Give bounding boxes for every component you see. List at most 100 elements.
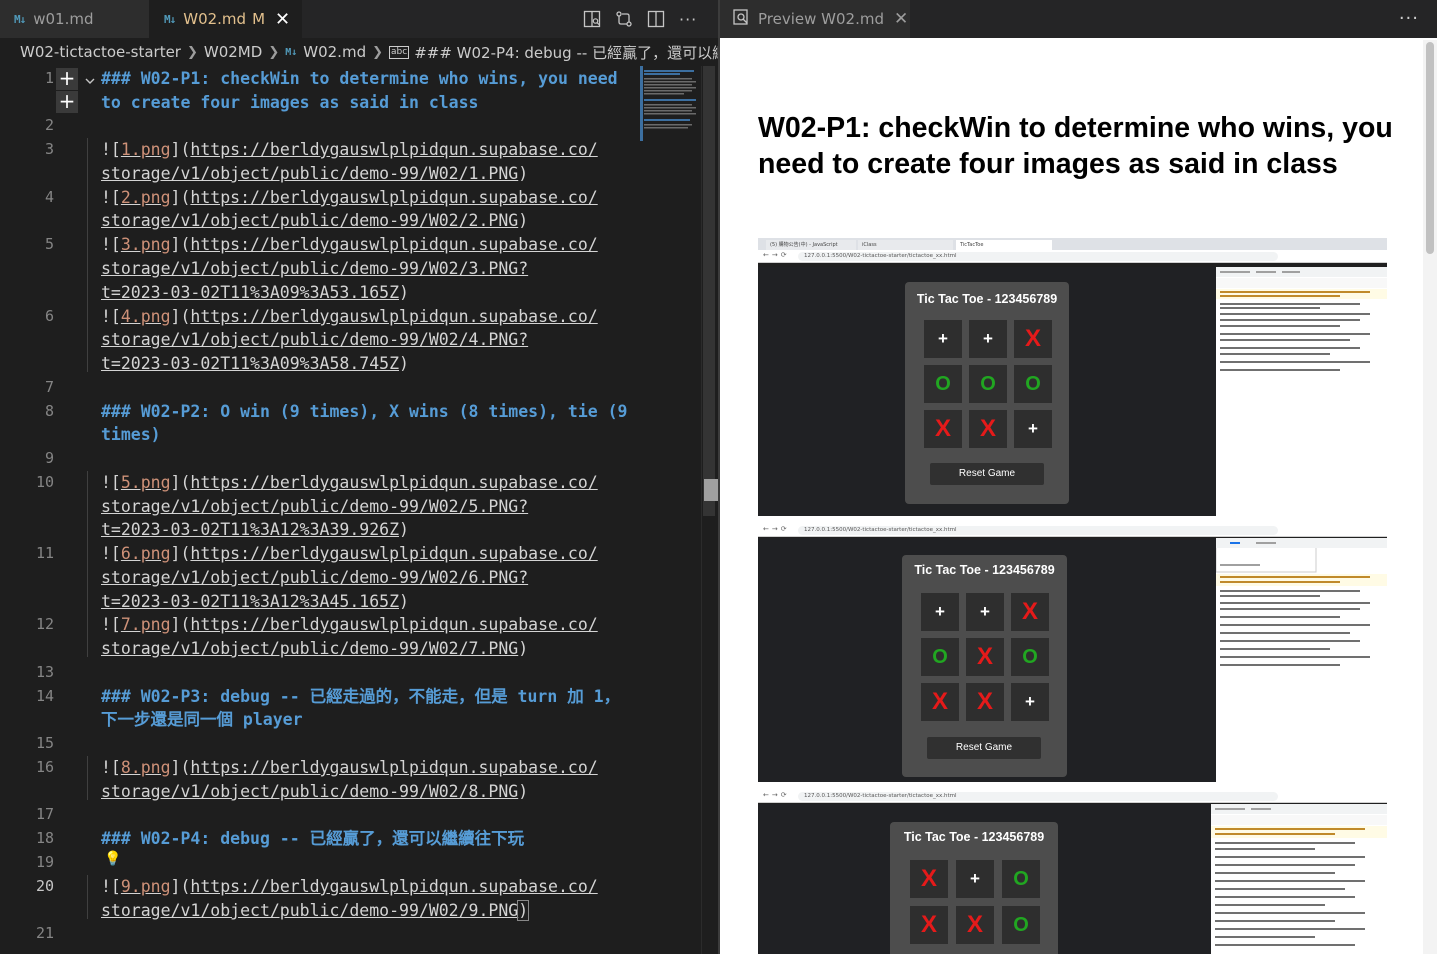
add-comment-icon[interactable]: + [56,68,78,90]
editor-pane: M↓ w01.md M↓ W02.md M ✕ ··· W02-tictacto… [0,0,718,954]
source-control-compare-icon[interactable] [615,10,633,28]
breadcrumb-subfolder[interactable]: W02MD [204,43,262,61]
image-url[interactable]: storage/v1/object/public/demo-99/W02/4.P… [101,330,528,349]
address-bar-row: ←→⟳ 127.0.0.1:5500/W02-tictactoe-starter… [758,524,1387,537]
board-cell[interactable]: O [1011,638,1049,676]
vertical-scrollbar[interactable] [701,66,715,954]
image-url[interactable]: storage/v1/object/public/demo-99/W02/9.P… [101,901,518,920]
image-url[interactable]: https://berldygauswlplpidqun.supabase.co… [190,758,597,777]
image-url[interactable]: https://berldygauswlplpidqun.supabase.co… [190,877,597,896]
image-url[interactable]: https://berldygauswlplpidqun.supabase.co… [190,473,597,492]
board-cell[interactable]: X [1014,320,1052,358]
image-url[interactable]: t=2023-03-02T11%3A09%3A58.745Z [101,354,399,373]
image-url[interactable]: storage/v1/object/public/demo-99/W02/1.P… [101,164,518,183]
board-cell[interactable]: X [910,860,948,898]
scrollbar-thumb[interactable] [1426,42,1434,254]
split-editor-icon[interactable] [647,10,665,28]
image-alt-text[interactable]: 1.png [121,140,171,159]
more-actions-icon[interactable]: ··· [1399,8,1419,29]
board-cell[interactable]: X [966,638,1004,676]
game-title: Tic Tac Toe - 123456789 [914,563,1055,577]
image-url[interactable]: t=2023-03-02T11%3A09%3A53.165Z [101,283,399,302]
image-url[interactable]: storage/v1/object/public/demo-99/W02/2.P… [101,211,518,230]
add-comment-icon[interactable]: + [56,91,78,113]
board-cell[interactable]: X [921,683,959,721]
chevron-down-icon[interactable] [84,72,96,91]
image-url[interactable]: t=2023-03-02T11%3A12%3A45.165Z [101,592,399,611]
image-alt-text[interactable]: 7.png [121,615,171,634]
image-url[interactable]: https://berldygauswlplpidqun.supabase.co… [190,235,597,254]
scrollbar-thumb[interactable] [703,66,715,516]
minimap[interactable] [640,66,700,156]
tab-preview[interactable]: Preview W02.md ✕ [720,0,910,38]
board-cell[interactable]: + [956,860,994,898]
editor-tab-bar: M↓ w01.md M↓ W02.md M ✕ ··· [0,0,718,38]
line-number: 21 [35,924,54,942]
address-bar: 127.0.0.1:5500/W02-tictactoe-starter/tic… [798,792,1278,801]
board-cell[interactable]: + [921,593,959,631]
image-url[interactable]: https://berldygauswlplpidqun.supabase.co… [190,544,597,563]
breadcrumb-file[interactable]: W02.md [303,43,366,61]
board-cell[interactable]: X [966,683,1004,721]
image-url[interactable]: https://berldygauswlplpidqun.supabase.co… [190,188,597,207]
image-url[interactable]: storage/v1/object/public/demo-99/W02/3.P… [101,259,528,278]
board-cell[interactable]: + [924,320,962,358]
image-url[interactable]: https://berldygauswlplpidqun.supabase.co… [190,615,597,634]
board-cell[interactable]: X [969,410,1007,448]
board-cell[interactable]: X [910,906,948,944]
tictactoe-game: Tic Tac Toe - 123456789 + + X O X O X X … [902,555,1067,777]
image-alt-text[interactable]: 6.png [121,544,171,563]
image-alt-text[interactable]: 2.png [121,188,171,207]
code-line: storage/v1/object/public/demo-99/W02/8.P… [101,782,529,801]
board-cell[interactable]: O [969,365,1007,403]
code-line: ![4.png](https://berldygauswlplpidqun.su… [101,307,598,326]
board-cell[interactable]: O [1014,365,1052,403]
preview-heading: W02-P1: checkWin to determine who wins, … [758,112,1393,180]
image-url[interactable]: storage/v1/object/public/demo-99/W02/6.P… [101,568,528,587]
board-cell[interactable]: O [921,638,959,676]
line-number: 15 [35,734,54,752]
image-alt-text[interactable]: 3.png [121,235,171,254]
address-bar-row: ←→⟳ 127.0.0.1:5500/W02-tictactoe-starter… [758,250,1387,263]
reset-game-button[interactable]: Reset Game [927,737,1041,759]
image-alt-text[interactable]: 5.png [121,473,171,492]
modified-indicator: M [252,10,266,28]
board-cell[interactable]: + [1014,410,1052,448]
board-cell[interactable]: X [1011,593,1049,631]
close-icon[interactable]: ✕ [275,9,290,30]
board-cell[interactable]: + [966,593,1004,631]
close-icon[interactable]: ✕ [894,9,908,29]
board-cell[interactable]: O [1002,860,1040,898]
markdown-icon: M↓ [164,12,176,26]
nav-arrows-icon: ←→⟳ [763,791,790,799]
line-number: 18 [35,829,54,847]
preview-scrollbar[interactable] [1423,40,1437,954]
reset-game-button[interactable]: Reset Game [930,463,1044,485]
indent-guide [87,875,88,919]
board-cell[interactable]: + [1011,683,1049,721]
image-alt-text[interactable]: 9.png [121,877,171,896]
board-cell[interactable]: O [1002,906,1040,944]
image-url[interactable]: storage/v1/object/public/demo-99/W02/8.P… [101,782,518,801]
code-line: ![5.png](https://berldygauswlplpidqun.su… [101,473,598,492]
image-url[interactable]: storage/v1/object/public/demo-99/W02/7.P… [101,639,518,658]
breadcrumb-symbol[interactable]: ### W02-P4: debug -- 已經贏了，還可以繼續 [414,42,718,63]
devtools-panel [1215,537,1387,782]
image-alt-text[interactable]: 8.png [121,758,171,777]
breadcrumb-folder[interactable]: W02-tictactoe-starter [20,43,181,61]
more-actions-icon[interactable]: ··· [679,10,697,29]
indent-guide [87,138,88,372]
image-url[interactable]: t=2023-03-02T11%3A12%3A39.926Z [101,520,399,539]
tab-w01[interactable]: M↓ w01.md [0,0,150,38]
image-url[interactable]: https://berldygauswlplpidqun.supabase.co… [190,307,597,326]
tab-w02[interactable]: M↓ W02.md M ✕ [150,0,302,38]
board-cell[interactable]: X [924,410,962,448]
board-cell[interactable]: O [924,365,962,403]
image-url[interactable]: https://berldygauswlplpidqun.supabase.co… [190,140,597,159]
board-cell[interactable]: X [956,906,994,944]
board-cell[interactable]: + [969,320,1007,358]
image-alt-text[interactable]: 4.png [121,307,171,326]
open-preview-icon[interactable] [583,10,601,28]
image-url[interactable]: storage/v1/object/public/demo-99/W02/5.P… [101,497,528,516]
lightbulb-icon[interactable]: 💡 [104,851,121,867]
